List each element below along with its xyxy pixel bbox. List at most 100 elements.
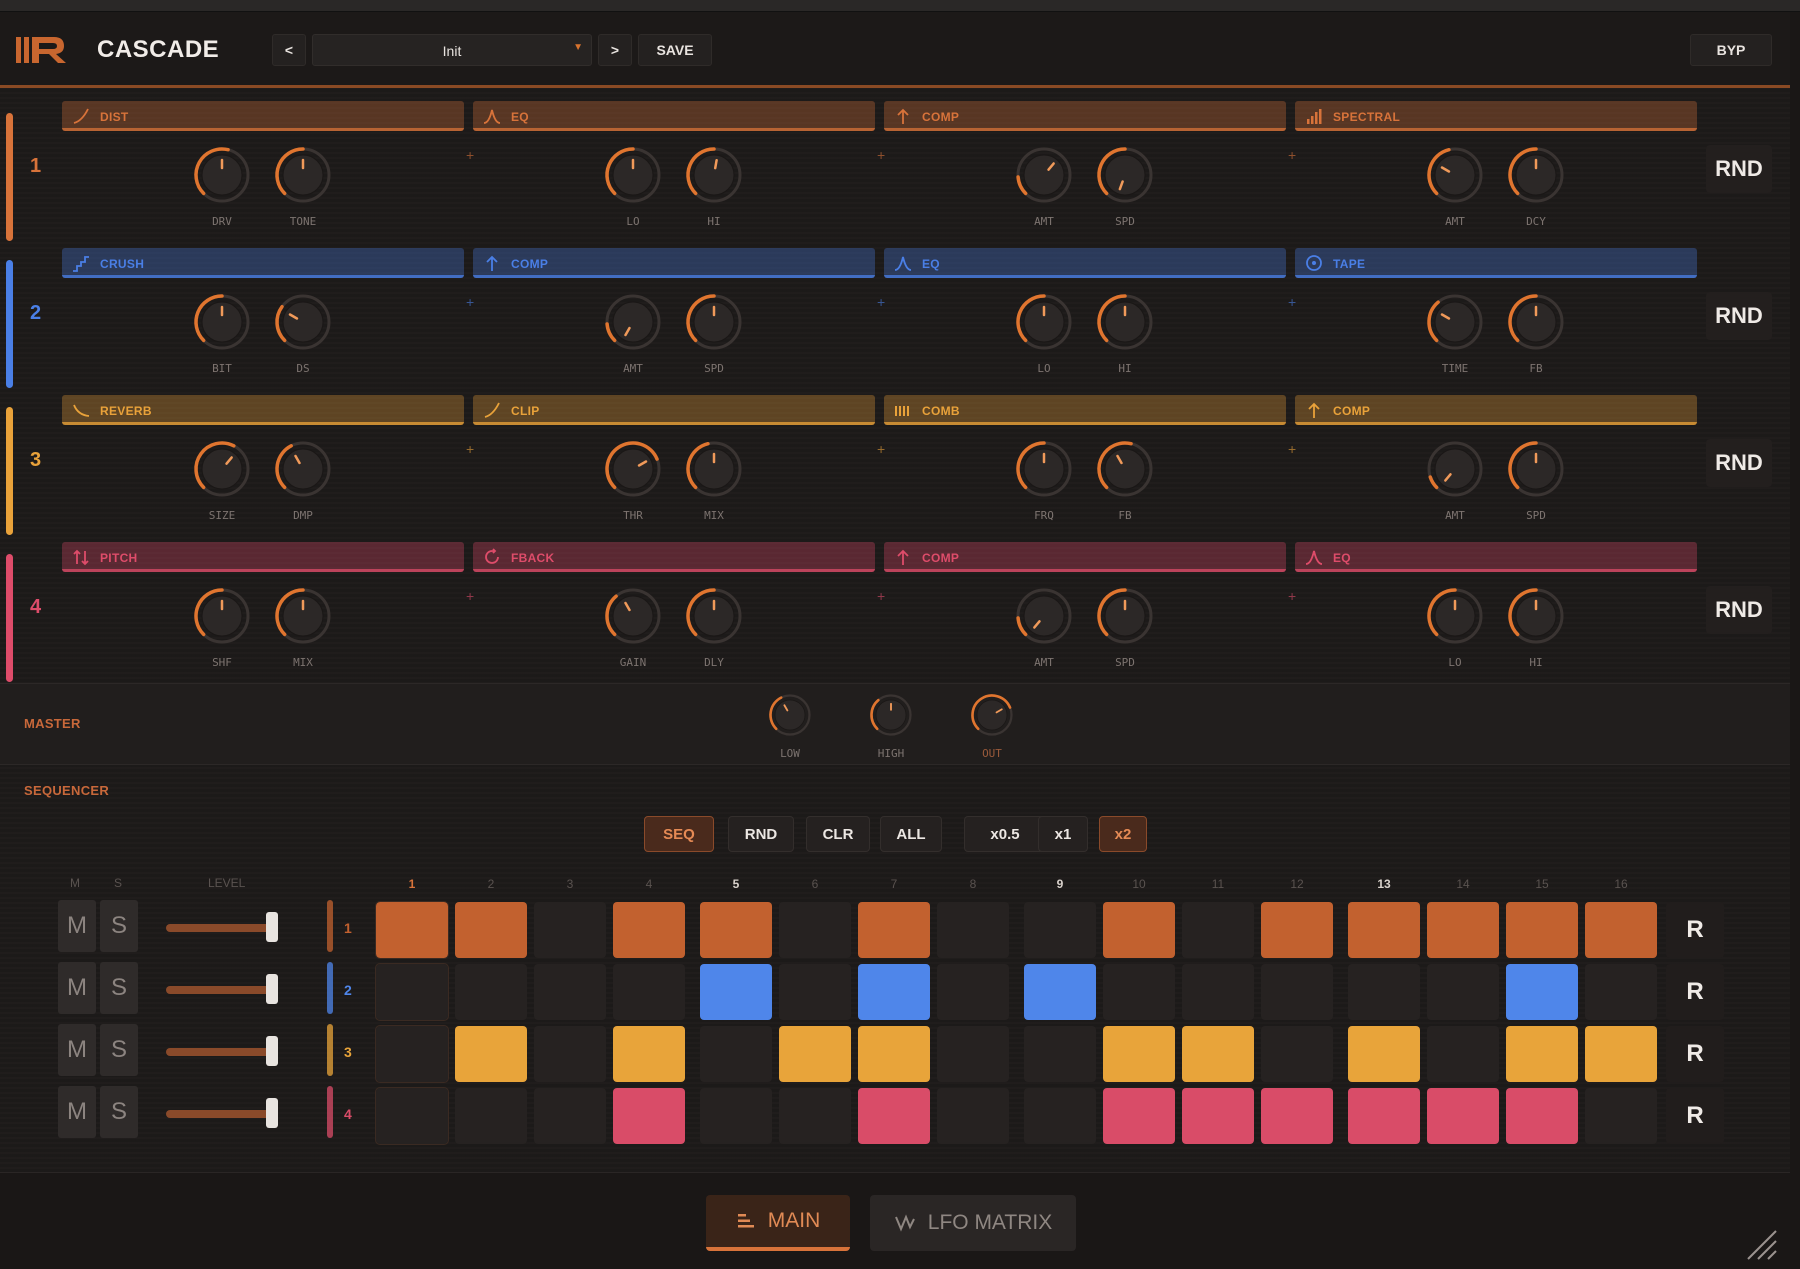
resize-grip-icon[interactable] (1742, 1225, 1778, 1261)
mute-button[interactable]: M (58, 1024, 96, 1076)
step-cell-on[interactable] (1103, 1088, 1175, 1144)
track-reset-button[interactable]: R (1666, 964, 1724, 1020)
knob-mix[interactable] (682, 437, 746, 501)
knob-ds[interactable] (271, 290, 335, 354)
step-cell-off[interactable] (375, 1087, 449, 1145)
seq-button-x0-5[interactable]: x0.5 (964, 816, 1046, 852)
step-cell-on[interactable] (1261, 902, 1333, 958)
step-cell-off[interactable] (1585, 964, 1657, 1020)
track-reset-button[interactable]: R (1666, 1026, 1724, 1082)
step-cell-off[interactable] (779, 1088, 851, 1144)
track-reset-button[interactable]: R (1666, 1088, 1724, 1144)
seq-button-x1[interactable]: x1 (1038, 816, 1088, 852)
knob-time[interactable] (1423, 290, 1487, 354)
fx-slot-header[interactable]: REVERB (62, 395, 464, 425)
step-cell-off[interactable] (455, 964, 527, 1020)
mute-button[interactable]: M (58, 962, 96, 1014)
level-slider[interactable] (166, 1098, 278, 1128)
solo-button[interactable]: S (100, 1086, 138, 1138)
step-cell-on[interactable] (779, 1026, 851, 1082)
knob-lo[interactable] (1012, 290, 1076, 354)
step-cell-off[interactable] (534, 902, 606, 958)
knob-shf[interactable] (190, 584, 254, 648)
knob-lo[interactable] (1423, 584, 1487, 648)
step-cell-on[interactable] (858, 902, 930, 958)
level-slider-thumb[interactable] (266, 1036, 278, 1066)
seq-button-all[interactable]: ALL (880, 816, 942, 852)
solo-button[interactable]: S (100, 900, 138, 952)
track-reset-button[interactable]: R (1666, 902, 1724, 958)
step-cell-on[interactable] (1348, 1026, 1420, 1082)
prev-preset-button[interactable]: < (272, 34, 306, 66)
knob-tone[interactable] (271, 143, 335, 207)
level-slider-thumb[interactable] (266, 912, 278, 942)
knob-hi[interactable] (682, 143, 746, 207)
knob-amt[interactable] (1012, 143, 1076, 207)
step-cell-on[interactable] (1348, 1088, 1420, 1144)
step-cell-off[interactable] (534, 964, 606, 1020)
step-cell-on[interactable] (1506, 1088, 1578, 1144)
knob-fb[interactable] (1093, 437, 1157, 501)
master-knob-high[interactable] (867, 691, 915, 739)
mute-button[interactable]: M (58, 1086, 96, 1138)
fx-slot-header[interactable]: EQ (884, 248, 1286, 278)
row-randomize-button[interactable]: RND (1706, 586, 1772, 634)
step-cell-on[interactable] (858, 964, 930, 1020)
tab-main[interactable]: MAIN (706, 1195, 850, 1251)
fx-slot-header[interactable]: COMP (884, 542, 1286, 572)
step-cell-off[interactable] (1427, 1026, 1499, 1082)
fx-slot-header[interactable]: FBACK (473, 542, 875, 572)
step-cell-on[interactable] (1506, 1026, 1578, 1082)
mute-button[interactable]: M (58, 900, 96, 952)
step-cell-off[interactable] (1103, 964, 1175, 1020)
fx-slot-header[interactable]: EQ (1295, 542, 1697, 572)
step-cell-off[interactable] (779, 964, 851, 1020)
step-cell-off[interactable] (779, 902, 851, 958)
fx-slot-header[interactable]: COMP (473, 248, 875, 278)
knob-amt[interactable] (1423, 437, 1487, 501)
fx-slot-header[interactable]: PITCH (62, 542, 464, 572)
step-cell-on[interactable] (858, 1026, 930, 1082)
step-cell-off[interactable] (1261, 964, 1333, 1020)
step-cell-on[interactable] (1103, 902, 1175, 958)
solo-button[interactable]: S (100, 962, 138, 1014)
tab-lfo-matrix[interactable]: LFO MATRIX (870, 1195, 1076, 1251)
step-cell-off[interactable] (937, 1026, 1009, 1082)
step-cell-off[interactable] (1427, 964, 1499, 1020)
step-cell-on[interactable] (1427, 902, 1499, 958)
step-cell-on[interactable] (375, 901, 449, 959)
fx-slot-header[interactable]: TAPE (1295, 248, 1697, 278)
step-cell-off[interactable] (700, 1026, 772, 1082)
fx-slot-header[interactable]: CLIP (473, 395, 875, 425)
step-cell-off[interactable] (1024, 1026, 1096, 1082)
level-slider[interactable] (166, 1036, 278, 1066)
seq-button-rnd[interactable]: RND (728, 816, 794, 852)
step-cell-off[interactable] (534, 1088, 606, 1144)
knob-drv[interactable] (190, 143, 254, 207)
level-slider[interactable] (166, 974, 278, 1004)
bypass-button[interactable]: BYP (1690, 34, 1772, 66)
step-cell-on[interactable] (455, 902, 527, 958)
step-cell-on[interactable] (613, 1088, 685, 1144)
step-cell-on[interactable] (1182, 1026, 1254, 1082)
knob-spd[interactable] (1093, 584, 1157, 648)
solo-button[interactable]: S (100, 1024, 138, 1076)
step-cell-on[interactable] (1585, 902, 1657, 958)
seq-button-seq[interactable]: SEQ (644, 816, 714, 852)
master-knob-low[interactable] (766, 691, 814, 739)
step-cell-off[interactable] (1182, 902, 1254, 958)
knob-dcy[interactable] (1504, 143, 1568, 207)
step-cell-off[interactable] (700, 1088, 772, 1144)
step-cell-off[interactable] (937, 1088, 1009, 1144)
knob-spd[interactable] (1093, 143, 1157, 207)
save-button[interactable]: SAVE (638, 34, 712, 66)
step-cell-off[interactable] (1182, 964, 1254, 1020)
step-cell-off[interactable] (937, 964, 1009, 1020)
step-cell-on[interactable] (1585, 1026, 1657, 1082)
step-cell-on[interactable] (455, 1026, 527, 1082)
knob-dmp[interactable] (271, 437, 335, 501)
step-cell-on[interactable] (613, 1026, 685, 1082)
knob-mix[interactable] (271, 584, 335, 648)
step-cell-off[interactable] (1348, 964, 1420, 1020)
knob-bit[interactable] (190, 290, 254, 354)
